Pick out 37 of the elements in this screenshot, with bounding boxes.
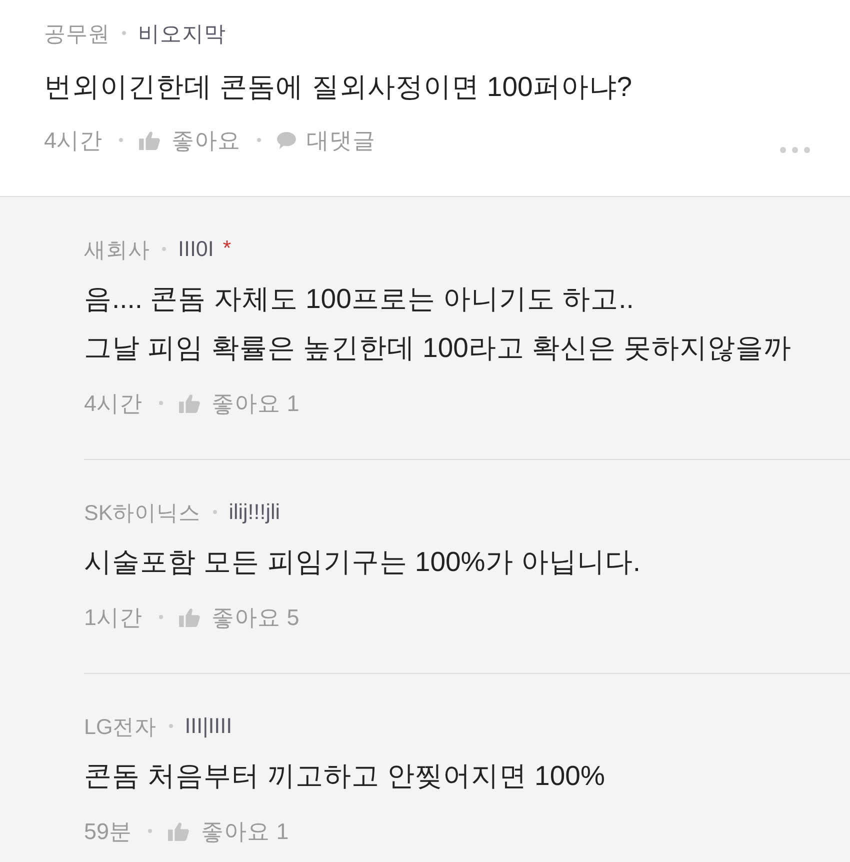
separator-dot [158,401,163,405]
post-time: 4시간 [44,126,103,154]
reply-text: 음.... 콘돔 자체도 100프로는 아니기도 하고.. 그날 피임 확률은 높긴한데 100라고 확신은 못하지않을까 [84,282,793,365]
separator-dot [256,138,261,142]
post-text: 번외이긴한데 콘돔에 질외사정이면 100퍼아냐? [44,70,634,104]
like-button[interactable]: 좋아요 1 [201,816,289,846]
separator-dot [122,31,126,35]
separator-dot [158,615,163,619]
like-button[interactable]: 좋아요 1 [212,388,300,418]
thumbs-up-icon [178,394,200,412]
author-mark: * [222,237,232,261]
like-button[interactable]: 좋아요 5 [212,602,300,632]
like-button[interactable]: 좋아요 [172,124,241,156]
reply-time: 59분 [84,818,132,846]
separator-dot [212,510,217,514]
thumbs-up-icon [138,130,160,150]
reply-button[interactable]: 대댓글 [306,124,376,156]
separator-dot [148,829,152,833]
thumbs-up-icon [168,822,190,840]
reply-time: 4시간 [84,390,143,418]
author-company: 공무원 [44,20,110,48]
more-options-icon[interactable] [780,147,810,153]
author-company: 새회사 [84,236,150,264]
separator-dot [168,724,173,728]
speech-bubble-icon [276,132,296,148]
separator-dot [118,138,123,142]
author-nickname: 비오지막 [138,20,226,48]
author-company: SK하이닉스 [84,500,201,526]
reply-text: 콘돔 처음부터 끼고하고 안찢어지면 100% [84,759,606,793]
separator-dot [162,247,166,251]
author-nickname: ilij!!!jli [228,500,280,524]
thumbs-up-icon [178,608,200,626]
reply-text: 시술포함 모든 피임기구는 100%가 아닙니다. [84,545,642,579]
author-nickname: III0I [178,236,214,262]
author-nickname: III|IIII [184,714,232,738]
reply-time: 1시간 [84,604,143,632]
author-company: LG전자 [84,714,157,740]
